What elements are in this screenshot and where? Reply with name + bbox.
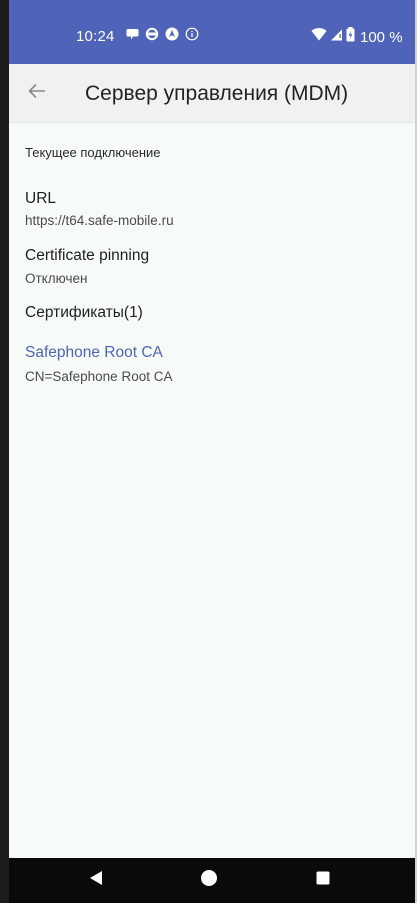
url-label: URL (25, 190, 57, 207)
page-title: Сервер управления (MDM) (85, 82, 349, 105)
url-value: https://t64.safe-mobile.ru (25, 213, 174, 228)
wifi-icon (311, 28, 327, 46)
arrow-back-icon (28, 83, 46, 104)
certificates-label: Сертификаты(1) (25, 304, 143, 321)
certificate-subject: CN=Safephone Root CA (25, 369, 173, 384)
certificate-name[interactable]: Safephone Root CA (25, 344, 163, 362)
info-icon (185, 27, 199, 46)
chat-bubble-icon (126, 28, 139, 46)
recents-square-icon (316, 871, 330, 890)
status-bar: 10:24 100 % (9, 0, 415, 64)
toolbar: Сервер управления (MDM) (9, 64, 415, 123)
certificate-pinning-label: Certificate pinning (25, 247, 150, 264)
nav-home-button[interactable] (179, 858, 239, 903)
system-status-icons: 100 % (311, 27, 403, 47)
notification-icons (126, 27, 199, 46)
device-edge-left (0, 0, 9, 903)
nav-back-button[interactable] (66, 858, 126, 903)
cellular-signal-icon (330, 28, 343, 46)
navigation-bar (9, 858, 415, 903)
certificate-pinning-value: Отключен (25, 271, 88, 286)
back-button[interactable] (19, 77, 55, 109)
sync-icon (145, 27, 159, 46)
back-triangle-icon (89, 870, 103, 891)
home-circle-icon (200, 869, 218, 892)
section-header-current-connection: Текущее подключение (25, 145, 161, 160)
navigation-icon (165, 27, 179, 46)
battery-percentage: 100 % (360, 28, 403, 46)
battery-icon (346, 27, 355, 47)
app-screen: 10:24 100 % Сервер управления (MDM) Теку… (9, 0, 415, 903)
nav-recents-button[interactable] (293, 858, 353, 903)
status-time: 10:24 (76, 28, 115, 45)
device-frame: 10:24 100 % Сервер управления (MDM) Теку… (0, 0, 417, 903)
